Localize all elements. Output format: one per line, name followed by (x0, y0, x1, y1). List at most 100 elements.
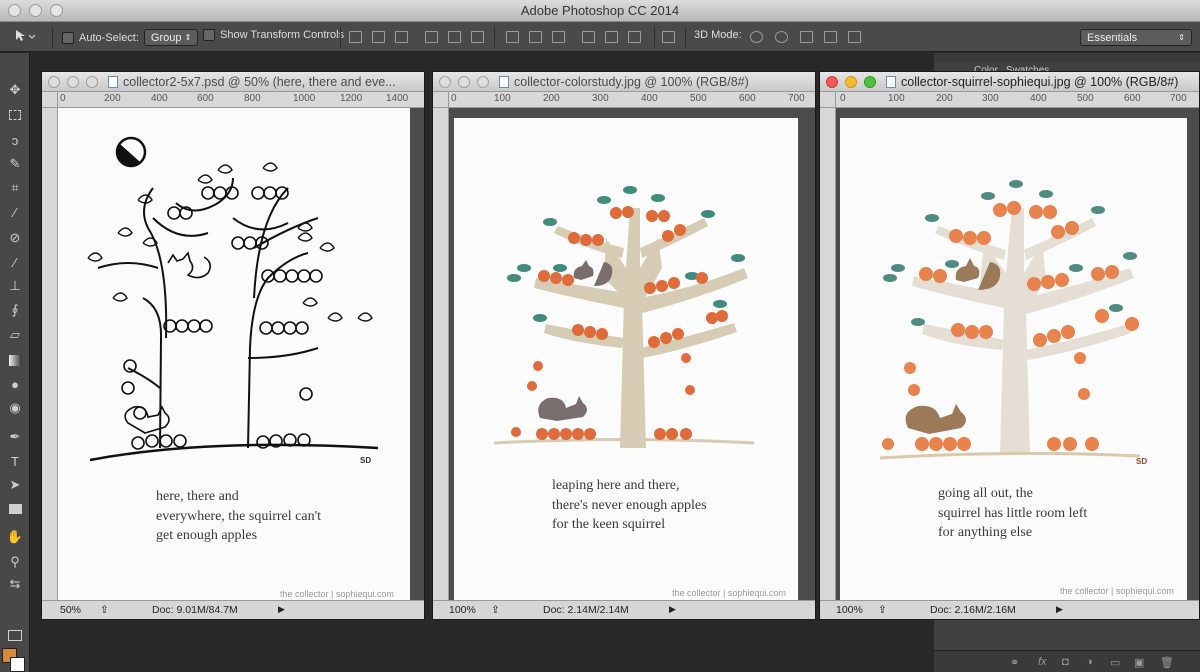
canvas-area[interactable]: SD going all out, the squirrel has littl… (836, 108, 1199, 600)
distribute-top-icon[interactable] (506, 31, 519, 43)
3d-roll-icon[interactable] (775, 31, 788, 43)
vertical-ruler[interactable] (433, 108, 449, 600)
history-brush-tool-icon[interactable]: ∮ (5, 301, 25, 319)
tools-panel: ✥ ↄ ✎ ⌗ ⁄ ⊘ ∕ ⊥ ∮ ▱ ● ◉ ✒ T ➤ ✋ ⚲ ⇆ (0, 53, 30, 672)
document-window-3[interactable]: collector-squirrel-sophiequi.jpg @ 100% … (819, 71, 1200, 620)
delete-layer-icon[interactable]: 🗑 (1160, 656, 1174, 669)
zoom-document-button[interactable] (477, 76, 489, 88)
distribute-hcenter-icon[interactable] (605, 31, 618, 43)
artboard[interactable]: SD going all out, the squirrel has littl… (840, 118, 1187, 600)
3d-camera-icon[interactable] (848, 31, 861, 43)
jpg-file-icon (886, 76, 896, 88)
vertical-ruler[interactable] (820, 108, 836, 600)
adjustment-layer-icon[interactable]: ◑ (1086, 656, 1093, 668)
pen-tool-icon[interactable]: ✒ (5, 428, 25, 446)
vertical-ruler[interactable] (42, 108, 58, 600)
move-tool-preset[interactable] (14, 29, 36, 43)
3d-slide-icon[interactable] (824, 31, 837, 43)
new-layer-icon[interactable]: ▣ (1134, 656, 1144, 669)
minimize-document-button[interactable] (458, 76, 470, 88)
document-window-1[interactable]: collector2-5x7.psd @ 50% (here, there an… (41, 71, 425, 620)
swap-colors-icon[interactable]: ⇆ (5, 575, 25, 593)
gradient-tool-icon[interactable] (5, 351, 25, 369)
3d-rotate-icon[interactable] (750, 31, 763, 43)
auto-select-checkbox[interactable] (62, 31, 74, 44)
document-window-2[interactable]: collector-colorstudy.jpg @ 100% (RGB/8#)… (432, 71, 816, 620)
healing-brush-tool-icon[interactable]: ⊘ (5, 229, 25, 247)
new-group-icon[interactable]: ▭ (1110, 656, 1120, 669)
horizontal-ruler[interactable]: 0 200 400 600 800 1000 1200 1400 (58, 92, 424, 108)
3d-drag-icon[interactable] (800, 31, 813, 43)
status-menu-arrow-icon[interactable]: ▶ (669, 604, 676, 615)
layer-style-icon[interactable]: fx (1038, 656, 1047, 668)
eyedropper-tool-icon[interactable]: ⁄ (5, 203, 25, 221)
updown-icon: ⇕ (184, 33, 192, 42)
canvas-area[interactable]: leaping here and there, there's never en… (449, 108, 815, 600)
status-menu-arrow-icon[interactable]: ▶ (1056, 604, 1063, 615)
auto-align-layers-icon[interactable] (662, 31, 675, 43)
clone-stamp-tool-icon[interactable]: ⊥ (5, 277, 25, 295)
move-tool-icon[interactable]: ✥ (5, 81, 25, 99)
layer-mask-icon[interactable]: ◘ (1062, 656, 1069, 668)
show-transform-checkbox[interactable] (203, 29, 215, 41)
hand-tool-icon[interactable]: ✋ (5, 528, 25, 546)
horizontal-ruler[interactable]: 0 100 200 300 400 500 600 700 (836, 92, 1199, 108)
document-tab-2[interactable]: collector-colorstudy.jpg @ 100% (RGB/8#) (433, 72, 815, 92)
distribute-vcenter-icon[interactable] (529, 31, 542, 43)
ruler-origin[interactable] (42, 92, 58, 108)
close-document-button[interactable] (48, 76, 60, 88)
workspace-dropdown[interactable]: Essentials ⇕ (1080, 29, 1192, 46)
document-tab-1[interactable]: collector2-5x7.psd @ 50% (here, there an… (42, 72, 424, 92)
artboard[interactable]: SD here, there and everywhere, the squir… (58, 108, 410, 602)
auto-select-dropdown[interactable]: Group ⇕ (143, 29, 199, 46)
zoom-level[interactable]: 100% (836, 604, 863, 616)
dodge-tool-icon[interactable]: ◉ (5, 399, 25, 417)
horizontal-ruler[interactable]: 0 100 200 300 400 500 600 700 (449, 92, 815, 108)
align-right-icon[interactable] (471, 31, 484, 43)
quick-select-tool-icon[interactable]: ✎ (5, 155, 25, 173)
brush-tool-icon[interactable]: ∕ (5, 253, 25, 271)
ruler-origin[interactable] (820, 92, 836, 108)
separator (685, 27, 686, 47)
zoom-document-button[interactable] (86, 76, 98, 88)
distribute-bottom-icon[interactable] (552, 31, 565, 43)
poem-line: for anything else (938, 525, 1033, 540)
align-hcenter-icon[interactable] (448, 31, 461, 43)
minimize-document-button[interactable] (67, 76, 79, 88)
close-document-button[interactable] (826, 76, 838, 88)
distribute-right-icon[interactable] (628, 31, 641, 43)
align-left-icon[interactable] (425, 31, 438, 43)
zoom-tool-icon[interactable]: ⚲ (5, 553, 25, 571)
share-icon[interactable]: ⇪ (491, 604, 500, 616)
canvas-area[interactable]: SD here, there and everywhere, the squir… (58, 108, 424, 602)
path-select-tool-icon[interactable]: ➤ (5, 476, 25, 494)
marquee-tool-icon[interactable] (5, 106, 25, 124)
rectangle-tool-icon[interactable] (5, 500, 25, 518)
share-icon[interactable]: ⇪ (878, 604, 887, 616)
type-tool-icon[interactable]: T (5, 452, 25, 470)
document-tab-3[interactable]: collector-squirrel-sophiequi.jpg @ 100% … (820, 72, 1199, 92)
quick-mask-icon[interactable] (5, 626, 25, 644)
close-document-button[interactable] (439, 76, 451, 88)
ruler-tick: 100 (494, 93, 511, 104)
artboard[interactable]: leaping here and there, there's never en… (454, 118, 798, 600)
blur-tool-icon[interactable]: ● (5, 375, 25, 393)
minimize-document-button[interactable] (845, 76, 857, 88)
eraser-tool-icon[interactable]: ▱ (5, 326, 25, 344)
ruler-origin[interactable] (433, 92, 449, 108)
align-top-icon[interactable] (349, 31, 362, 43)
align-vcenter-icon[interactable] (372, 31, 385, 43)
ruler-tick: 200 (543, 93, 560, 104)
zoom-document-button[interactable] (864, 76, 876, 88)
jpg-file-icon (499, 76, 509, 88)
align-bottom-icon[interactable] (395, 31, 408, 43)
zoom-level[interactable]: 50% (60, 604, 81, 616)
distribute-left-icon[interactable] (582, 31, 595, 43)
link-layers-icon[interactable]: ⚭ (1010, 656, 1019, 669)
background-color-swatch[interactable] (10, 657, 25, 672)
share-icon[interactable]: ⇪ (100, 604, 109, 616)
lasso-tool-icon[interactable]: ↄ (5, 131, 25, 149)
status-menu-arrow-icon[interactable]: ▶ (278, 604, 285, 615)
zoom-level[interactable]: 100% (449, 604, 476, 616)
crop-tool-icon[interactable]: ⌗ (5, 179, 25, 197)
